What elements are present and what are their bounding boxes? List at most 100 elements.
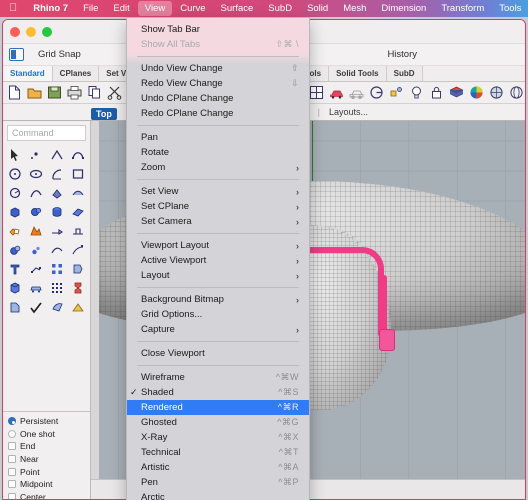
menu-item-grid-options[interactable]: Grid Options... <box>127 307 309 322</box>
tool-light-icon[interactable] <box>67 297 88 316</box>
render-preview-icon[interactable] <box>368 84 385 101</box>
new-file-icon[interactable] <box>6 84 23 101</box>
menubar-item-mesh[interactable]: Mesh <box>336 1 373 16</box>
osnap-end-checkbox[interactable] <box>8 442 16 451</box>
toolbar-tab-subd[interactable]: SubD <box>386 66 423 81</box>
tool-flow-icon[interactable] <box>47 297 68 316</box>
minimize-window-button[interactable] <box>26 27 36 37</box>
save-file-icon[interactable] <box>46 84 63 101</box>
tool-curve-icon[interactable] <box>67 145 88 164</box>
globe-icon[interactable] <box>508 84 525 101</box>
menu-item-set-cplane[interactable]: Set CPlane › <box>127 199 309 214</box>
tool-explode-icon[interactable] <box>26 221 47 240</box>
light-bulb-icon[interactable] <box>408 84 425 101</box>
tool-surface-plane-icon[interactable] <box>47 183 68 202</box>
tool-extrude-icon[interactable] <box>67 259 88 278</box>
environment-icon[interactable] <box>488 84 505 101</box>
osnap-near-row[interactable]: Near <box>8 453 90 466</box>
menu-item-shaded[interactable]: ✓ Shaded ^⌘S <box>127 385 309 400</box>
menu-item-redo-view-change[interactable]: Redo View Change ⇩ <box>127 76 309 91</box>
lock-icon[interactable] <box>428 84 445 101</box>
car-ghost-icon[interactable] <box>348 84 365 101</box>
tool-surface-loft-icon[interactable] <box>67 183 88 202</box>
osnap-point-checkbox[interactable] <box>8 467 16 476</box>
tool-fillet-icon[interactable] <box>47 221 68 240</box>
tool-polyline-edit-icon[interactable] <box>26 259 47 278</box>
layouts-button[interactable]: Layouts... <box>329 107 368 117</box>
tool-check-icon[interactable] <box>26 297 47 316</box>
menu-item-layout[interactable]: Layout › <box>127 268 309 283</box>
menu-item-zoom[interactable]: Zoom › <box>127 160 309 175</box>
osnap-midpoint-checkbox[interactable] <box>8 480 16 489</box>
tool-arc-icon[interactable] <box>47 164 68 183</box>
menu-item-artistic[interactable]: Artistic ^⌘A <box>127 460 309 475</box>
menu-item-technical[interactable]: Technical ^⌘T <box>127 445 309 460</box>
menubar-item-tools[interactable]: Tools <box>492 1 528 16</box>
menubar-item-solid[interactable]: Solid <box>300 1 335 16</box>
view-dropdown-menu[interactable]: Show Tab Bar Show All Tabs ⇧⌘ \ Undo View C… <box>126 17 310 500</box>
osnap-center-row[interactable]: Center <box>8 491 90 499</box>
menu-item-set-camera[interactable]: Set Camera › <box>127 214 309 229</box>
menubar-item-transform[interactable]: Transform <box>434 1 491 16</box>
menu-item-viewport-layout[interactable]: Viewport Layout › <box>127 238 309 253</box>
tool-sphere-icon[interactable] <box>26 202 47 221</box>
tool-chamfer-icon[interactable] <box>67 221 88 240</box>
menu-item-rendered[interactable]: Rendered ^⌘R <box>127 400 309 415</box>
menu-item-set-view[interactable]: Set View › <box>127 184 309 199</box>
menubar-item-subd[interactable]: SubD <box>261 1 299 16</box>
headphone-cup-right[interactable] <box>379 329 396 351</box>
tool-boolean-union-icon[interactable] <box>5 221 26 240</box>
menu-item-close-viewport[interactable]: Close Viewport <box>127 346 309 361</box>
menubar-item-dimension[interactable]: Dimension <box>374 1 433 16</box>
osnap-point-row[interactable]: Point <box>8 465 90 478</box>
menu-item-rotate[interactable]: Rotate <box>127 145 309 160</box>
tool-text-icon[interactable] <box>5 259 26 278</box>
material-icon[interactable] <box>448 84 465 101</box>
toolbar-tab-cplanes[interactable]: CPlanes <box>52 66 100 81</box>
osnap-one-shot-radio[interactable] <box>8 429 16 438</box>
grid-icon[interactable] <box>308 84 325 101</box>
menu-item-arctic[interactable]: Arctic <box>127 490 309 500</box>
osnap-midpoint-row[interactable]: Midpoint <box>8 478 90 491</box>
render-settings-icon[interactable] <box>388 84 405 101</box>
open-file-icon[interactable] <box>26 84 43 101</box>
tool-mesh-grid-icon[interactable] <box>47 278 68 297</box>
tool-rectangle-icon[interactable] <box>67 164 88 183</box>
menubar-item-edit[interactable]: Edit <box>106 1 136 16</box>
osnap-persistent-row[interactable]: Persistent <box>8 415 90 428</box>
menu-item-undo-view-change[interactable]: Undo View Change ⇧ <box>127 61 309 76</box>
top-viewport-label[interactable]: Top <box>91 108 117 120</box>
menu-item-ghosted[interactable]: Ghosted ^⌘G <box>127 415 309 430</box>
tool-curve-extend-icon[interactable] <box>67 240 88 259</box>
tool-select-icon[interactable] <box>5 145 26 164</box>
cut-icon[interactable] <box>106 84 123 101</box>
tool-mesh-box-icon[interactable] <box>5 278 26 297</box>
tool-box-icon[interactable] <box>5 202 26 221</box>
tool-array-icon[interactable] <box>47 259 68 278</box>
osnap-center-checkbox[interactable] <box>8 492 16 499</box>
menubar-item-file[interactable]: File <box>76 1 105 16</box>
toolbar-tab-solid-tools[interactable]: Solid Tools <box>329 66 387 81</box>
tool-curve-blend-icon[interactable] <box>47 240 68 259</box>
headphone-arm-right[interactable] <box>377 275 387 337</box>
tool-polyline-icon[interactable] <box>47 145 68 164</box>
close-window-button[interactable] <box>10 27 20 37</box>
menubar-item-surface[interactable]: Surface <box>214 1 261 16</box>
menu-item-show-tab-bar[interactable]: Show Tab Bar <box>127 22 309 37</box>
tool-unroll-icon[interactable] <box>5 297 26 316</box>
tool-surface-patch-icon[interactable] <box>67 202 88 221</box>
car-render-icon[interactable] <box>328 84 345 101</box>
tool-points-solid-icon[interactable] <box>26 240 47 259</box>
menu-item-capture[interactable]: Capture › <box>127 322 309 337</box>
osnap-persistent-radio[interactable] <box>8 417 16 426</box>
menu-item-x-ray[interactable]: X-Ray ^⌘X <box>127 430 309 445</box>
menu-item-wireframe[interactable]: Wireframe ^⌘W <box>127 370 309 385</box>
menu-item-pan[interactable]: Pan <box>127 130 309 145</box>
menu-item-active-viewport[interactable]: Active Viewport › <box>127 253 309 268</box>
tool-ellipse-icon[interactable] <box>26 164 47 183</box>
tool-cylinder-icon[interactable] <box>47 202 68 221</box>
tool-circle-tan-icon[interactable] <box>5 183 26 202</box>
menu-item-undo-cplane-change[interactable]: Undo CPlane Change <box>127 91 309 106</box>
menu-item-background-bitmap[interactable]: Background Bitmap › <box>127 292 309 307</box>
menubar-item-view[interactable]: View <box>137 1 173 16</box>
